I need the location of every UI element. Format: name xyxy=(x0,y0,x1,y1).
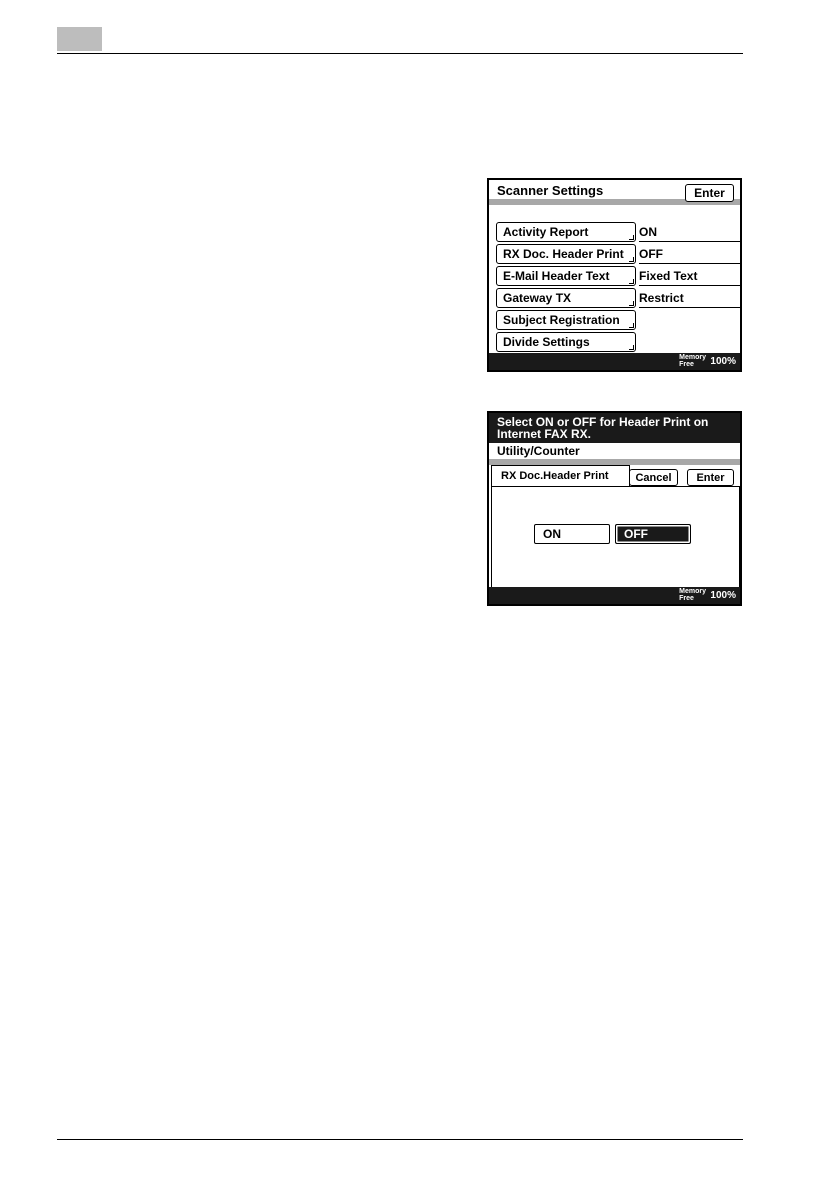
cancel-button[interactable]: Cancel xyxy=(629,469,678,486)
gateway-tx-value: Restrict xyxy=(639,288,740,308)
memory-label-line2: Free xyxy=(679,361,694,368)
on-button[interactable]: ON xyxy=(534,524,610,544)
corner-mark-icon xyxy=(629,345,634,350)
header-rule xyxy=(57,53,743,54)
memory-label-line1: Memory xyxy=(679,354,706,361)
chapter-tab xyxy=(57,27,102,51)
instruction-line2: Internet FAX RX. xyxy=(497,427,592,441)
button-label: E-Mail Header Text xyxy=(503,269,610,283)
scanner-settings-screen: Scanner Settings Enter Activity Report O… xyxy=(487,178,742,372)
activity-report-value: ON xyxy=(639,222,740,242)
corner-mark-icon xyxy=(629,301,634,306)
memory-label: Memory Free xyxy=(679,354,706,368)
breadcrumb: Utility/Counter xyxy=(497,444,580,458)
corner-mark-icon xyxy=(629,257,634,262)
rx-doc-header-print-value: OFF xyxy=(639,244,740,264)
button-label: RX Doc. Header Print xyxy=(503,247,624,261)
screen-title: Scanner Settings xyxy=(497,183,604,198)
corner-mark-icon xyxy=(629,279,634,284)
enter-button[interactable]: Enter xyxy=(687,469,734,486)
rx-doc-header-print-button[interactable]: RX Doc. Header Print xyxy=(496,244,636,264)
divide-settings-button[interactable]: Divide Settings xyxy=(496,332,636,352)
status-bar: Memory Free 100% xyxy=(489,353,740,370)
footer-rule xyxy=(57,1139,743,1140)
instruction-message: Select ON or OFF for Header Print on Int… xyxy=(489,413,740,443)
enter-button[interactable]: Enter xyxy=(685,184,734,202)
button-label: Gateway TX xyxy=(503,291,572,305)
memory-label: Memory Free xyxy=(679,588,706,602)
memory-label-line2: Free xyxy=(679,595,694,602)
email-header-text-value: Fixed Text xyxy=(639,266,740,286)
button-label: Divide Settings xyxy=(503,335,590,349)
email-header-text-button[interactable]: E-Mail Header Text xyxy=(496,266,636,286)
tab-rx-doc-header-print: RX Doc.Header Print xyxy=(491,465,630,487)
memory-label-line1: Memory xyxy=(679,588,706,595)
button-label: Activity Report xyxy=(503,225,589,239)
off-button[interactable]: OFF xyxy=(615,524,691,544)
header-print-screen: Select ON or OFF for Header Print on Int… xyxy=(487,411,742,606)
gateway-tx-button[interactable]: Gateway TX xyxy=(496,288,636,308)
button-label: Subject Registration xyxy=(503,313,620,327)
memory-value: 100% xyxy=(710,356,736,367)
subject-registration-button[interactable]: Subject Registration xyxy=(496,310,636,330)
corner-mark-icon xyxy=(629,323,634,328)
status-bar: Memory Free 100% xyxy=(489,587,740,604)
memory-value: 100% xyxy=(710,590,736,601)
corner-mark-icon xyxy=(629,235,634,240)
activity-report-button[interactable]: Activity Report xyxy=(496,222,636,242)
